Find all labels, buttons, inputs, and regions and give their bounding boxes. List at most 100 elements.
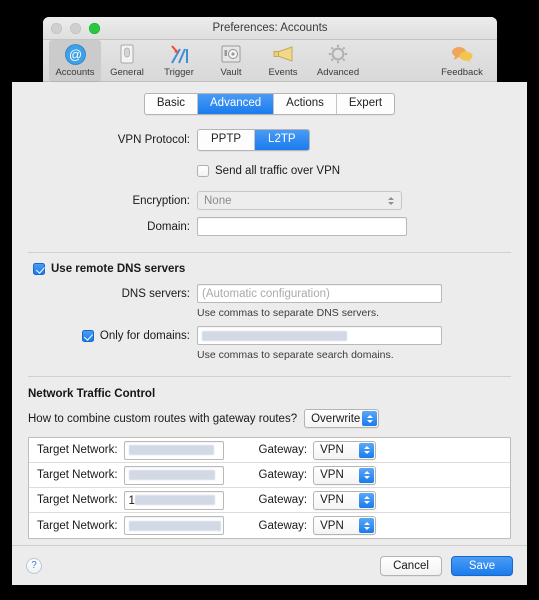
gateway-select[interactable]: VPN xyxy=(313,516,377,535)
target-network-input[interactable] xyxy=(123,465,224,485)
use-remote-dns-label: Use remote DNS servers xyxy=(51,263,186,275)
cancel-button[interactable]: Cancel xyxy=(380,555,442,576)
redacted-value xyxy=(134,495,215,506)
chevron-updown-icon xyxy=(359,518,375,533)
combine-routes-select[interactable]: Overwrite xyxy=(304,409,380,428)
tab-expert[interactable]: Expert xyxy=(337,94,394,114)
toolbar-item-vault[interactable]: Vault xyxy=(205,40,257,82)
zoom-button[interactable] xyxy=(89,23,100,34)
traffic-light-buttons xyxy=(51,23,100,34)
redacted-value xyxy=(202,330,347,341)
close-button[interactable] xyxy=(51,23,62,34)
send-all-traffic-label: Send all traffic over VPN xyxy=(215,165,341,177)
save-button[interactable]: Save xyxy=(451,555,513,576)
only-for-domains-input[interactable] xyxy=(197,326,442,345)
domain-input[interactable] xyxy=(197,217,407,236)
send-all-traffic-checkbox[interactable] xyxy=(197,165,209,177)
target-network-input[interactable]: 1 xyxy=(123,490,224,510)
dns-servers-input[interactable]: (Automatic configuration) xyxy=(197,284,442,303)
toolbar-label-advanced: Advanced xyxy=(316,67,360,78)
redacted-value xyxy=(128,520,221,531)
trigger-arrow-icon xyxy=(166,42,192,66)
encryption-row: Encryption: None xyxy=(12,191,527,210)
only-for-domains-checkbox[interactable] xyxy=(81,329,94,342)
vpn-protocol-segmented: PPTP L2TP xyxy=(197,129,310,151)
stepper-arrows-icon xyxy=(383,193,398,208)
gateway-value: VPN xyxy=(320,494,344,506)
gateway-label: Gateway: xyxy=(258,444,308,456)
vpn-protocol-option-pptp[interactable]: PPTP xyxy=(198,130,256,150)
safe-icon xyxy=(218,42,244,66)
toolbar-item-accounts[interactable]: @ Accounts xyxy=(49,40,101,82)
target-network-label: Target Network: xyxy=(37,519,118,532)
svg-text:@: @ xyxy=(68,47,81,62)
chevron-updown-icon xyxy=(362,411,378,426)
speech-bubbles-icon xyxy=(449,42,475,66)
target-network-label: Target Network: xyxy=(37,494,118,506)
table-row: Target Network: 1 Gateway: VPN xyxy=(29,488,510,513)
toolbar-item-advanced[interactable]: Advanced xyxy=(309,40,367,82)
chevron-updown-icon xyxy=(359,442,375,458)
vpn-protocol-row: VPN Protocol: PPTP L2TP xyxy=(12,129,527,151)
gateway-select[interactable]: VPN xyxy=(313,440,377,460)
at-sign-icon: @ xyxy=(62,42,88,66)
advanced-pane: Basic Advanced Actions Expert VPN Protoc… xyxy=(12,82,527,545)
use-remote-dns-row: Use remote DNS servers xyxy=(12,263,527,275)
gateway-value: VPN xyxy=(320,444,344,456)
toolbar-label-feedback: Feedback xyxy=(441,67,483,78)
gateway-select[interactable]: VPN xyxy=(313,490,377,510)
vpn-protocol-label: VPN Protocol: xyxy=(117,134,190,146)
tab-actions[interactable]: Actions xyxy=(274,94,337,114)
toolbar-label-general: General xyxy=(110,67,144,78)
toolbar-label-events: Events xyxy=(268,67,298,78)
target-network-prefix: 1 xyxy=(128,494,135,507)
divider-dns xyxy=(28,252,511,253)
combine-routes-question: How to combine custom routes with gatewa… xyxy=(28,412,298,425)
window-title: Preferences: Accounts xyxy=(212,22,328,34)
only-for-domains-label-group: Only for domains: xyxy=(12,329,197,342)
tab-basic[interactable]: Basic xyxy=(145,94,198,114)
encryption-value: None xyxy=(204,194,232,207)
table-row: Target Network: Gateway: VPN xyxy=(29,438,510,463)
target-network-input[interactable] xyxy=(123,440,224,460)
target-network-input[interactable] xyxy=(123,516,224,535)
combine-routes-row: How to combine custom routes with gatewa… xyxy=(28,409,511,428)
send-all-traffic-row: Send all traffic over VPN xyxy=(12,165,527,177)
domain-row: Domain: xyxy=(12,217,527,236)
toolbar-item-feedback[interactable]: Feedback xyxy=(433,40,491,82)
toolbar-item-events[interactable]: Events xyxy=(257,40,309,82)
combine-routes-value: Overwrite xyxy=(311,412,361,425)
table-row: Target Network: Gateway: VPN xyxy=(29,463,510,488)
domain-label: Domain: xyxy=(147,220,190,233)
gateway-select[interactable]: VPN xyxy=(313,465,377,485)
use-remote-dns-checkbox[interactable] xyxy=(33,263,45,275)
routes-table: Target Network: Gateway: VPN Target Netw… xyxy=(28,437,511,539)
encryption-label: Encryption: xyxy=(132,194,190,207)
minimize-button[interactable] xyxy=(70,23,81,34)
network-traffic-control-title: Network Traffic Control xyxy=(28,388,156,400)
only-for-domains-hint: Use commas to separate search domains. xyxy=(197,349,394,361)
window-titlebar: Preferences: Accounts xyxy=(43,17,497,40)
tab-bar: Basic Advanced Actions Expert xyxy=(12,82,527,115)
target-network-label: Target Network: xyxy=(37,469,118,481)
dns-servers-hint-row: Use commas to separate DNS servers. xyxy=(12,304,527,319)
only-for-domains-row: Only for domains: xyxy=(12,326,527,345)
only-for-domains-hint-row: Use commas to separate search domains. xyxy=(12,346,527,361)
vpn-protocol-option-l2tp[interactable]: L2TP xyxy=(255,130,309,150)
help-button[interactable]: ? xyxy=(26,557,42,574)
preferences-window: Preferences: Accounts @ Accounts General xyxy=(43,17,497,82)
preferences-body: Basic Advanced Actions Expert VPN Protoc… xyxy=(12,82,527,585)
gateway-value: VPN xyxy=(320,519,344,532)
gateway-label: Gateway: xyxy=(258,519,308,532)
tab-advanced[interactable]: Advanced xyxy=(198,94,275,114)
gear-icon xyxy=(325,42,351,66)
toolbar-item-trigger[interactable]: Trigger xyxy=(153,40,205,82)
toolbar-item-general[interactable]: General xyxy=(101,40,153,82)
redacted-value xyxy=(128,470,215,481)
encryption-select[interactable]: None xyxy=(197,191,402,210)
redacted-value xyxy=(128,445,214,456)
gateway-label: Gateway: xyxy=(258,494,308,506)
dns-servers-row: DNS servers: (Automatic configuration) xyxy=(12,284,527,303)
network-traffic-control-section: Network Traffic Control How to combine c… xyxy=(12,388,527,545)
toolbar: @ Accounts General Trigger Vault Events … xyxy=(43,40,497,82)
